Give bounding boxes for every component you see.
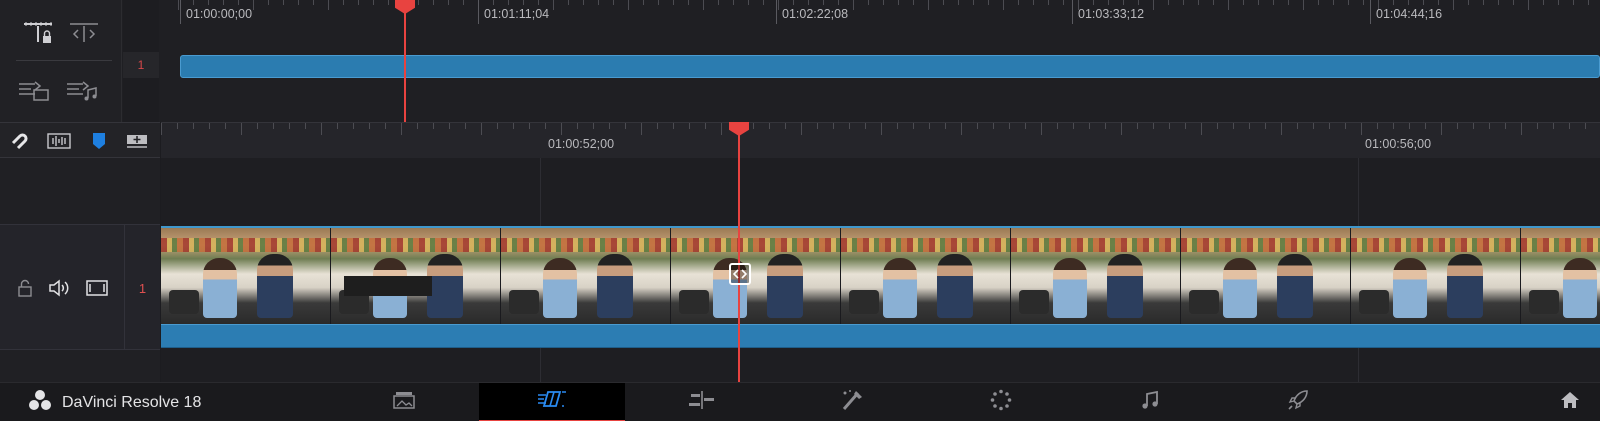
fairlight-page-icon (1140, 390, 1160, 415)
clip-view-icon[interactable] (82, 273, 112, 303)
trim-cursor-icon (729, 263, 751, 285)
upper-timecode: 01:01:11;04 (477, 0, 550, 24)
timeline-lock-icon[interactable] (18, 18, 58, 48)
edit-page-icon (688, 390, 716, 415)
video-track-number: 1 (124, 225, 160, 351)
clip-audio-band[interactable] (161, 324, 1600, 348)
cut-page-icon (536, 389, 568, 414)
lower-timeline-toolbar (0, 122, 160, 158)
empty-track-header-area (0, 350, 160, 382)
page-deliver-button[interactable] (1270, 383, 1326, 421)
page-color-button[interactable] (973, 383, 1029, 421)
empty-track-header-area (0, 158, 160, 224)
speaker-icon[interactable] (44, 273, 74, 303)
upper-timecode: 01:00:00;00 (179, 0, 253, 24)
home-icon (1560, 391, 1580, 414)
upper-timecode-ruler[interactable]: 01:00:00;00 01:01:11;04 01:02:22;08 01:0… (178, 0, 1600, 28)
clip-thumbnail (1521, 228, 1600, 324)
insert-audio-icon[interactable] (62, 76, 102, 106)
lower-timecode: 01:00:52;00 (548, 137, 615, 151)
video-clip[interactable] (161, 226, 1600, 348)
home-button[interactable] (1542, 383, 1598, 421)
black-overlay-box (344, 276, 432, 296)
timeline-range-icon[interactable] (64, 18, 104, 48)
clip-thumbnail (161, 228, 331, 324)
toolbar-divider (16, 60, 112, 61)
snap-magnet-icon[interactable] (4, 126, 34, 156)
page-media-button[interactable] (376, 383, 432, 421)
page-edit-button[interactable] (674, 383, 730, 421)
upper-timeline: 1 01:00:00;00 01:01:11;04 01:02:22;08 01… (0, 0, 1600, 122)
audio-waveform-icon[interactable] (44, 126, 74, 156)
upper-playhead[interactable] (395, 0, 415, 122)
lower-timecode: 01:00:56;00 (1365, 137, 1432, 151)
upper-timecode: 01:02:22;08 (775, 0, 849, 24)
lower-ruler-ticks (161, 123, 1586, 135)
app-brand: DaVinci Resolve 18 (28, 383, 201, 421)
clip-thumbnail (1351, 228, 1521, 324)
add-track-icon[interactable] (122, 126, 152, 156)
clip-thumbnail (671, 228, 841, 324)
page-fusion-button[interactable] (824, 383, 880, 421)
page-fairlight-button[interactable] (1122, 383, 1178, 421)
upper-timeline-clip[interactable] (180, 55, 1600, 78)
lower-timecode-ruler[interactable]: 01:00:52;00 01:00:56;00 (161, 122, 1600, 158)
upper-track-lane[interactable]: 01:00:00;00 01:01:11;04 01:02:22;08 01:0… (178, 0, 1600, 122)
upper-track-header: 1 (123, 0, 159, 122)
video-track-header: 1 (0, 224, 160, 351)
insert-video-icon[interactable] (14, 76, 54, 106)
lower-track-lane[interactable] (161, 158, 1600, 382)
clip-thumbnail (1181, 228, 1351, 324)
upper-timeline-toolbar (0, 0, 122, 122)
clip-thumbnail (501, 228, 671, 324)
clip-thumbnail (1011, 228, 1181, 324)
lower-playhead[interactable] (729, 122, 749, 382)
upper-track-number: 1 (123, 52, 159, 78)
app-name: DaVinci Resolve 18 (62, 393, 202, 411)
fusion-page-icon (840, 389, 864, 416)
lock-icon[interactable] (10, 273, 40, 303)
davinci-logo-icon (28, 389, 52, 416)
clip-thumbnail (841, 228, 1011, 324)
page-cut-button[interactable] (479, 383, 625, 421)
upper-timecode: 01:04:44;16 (1369, 0, 1443, 24)
marker-icon[interactable] (84, 126, 114, 156)
page-navigation-bar: DaVinci Resolve 18 (0, 382, 1600, 421)
media-page-icon (393, 391, 415, 414)
color-page-icon (990, 389, 1012, 416)
upper-timecode: 01:03:33;12 (1071, 0, 1145, 24)
deliver-page-icon (1287, 389, 1309, 416)
